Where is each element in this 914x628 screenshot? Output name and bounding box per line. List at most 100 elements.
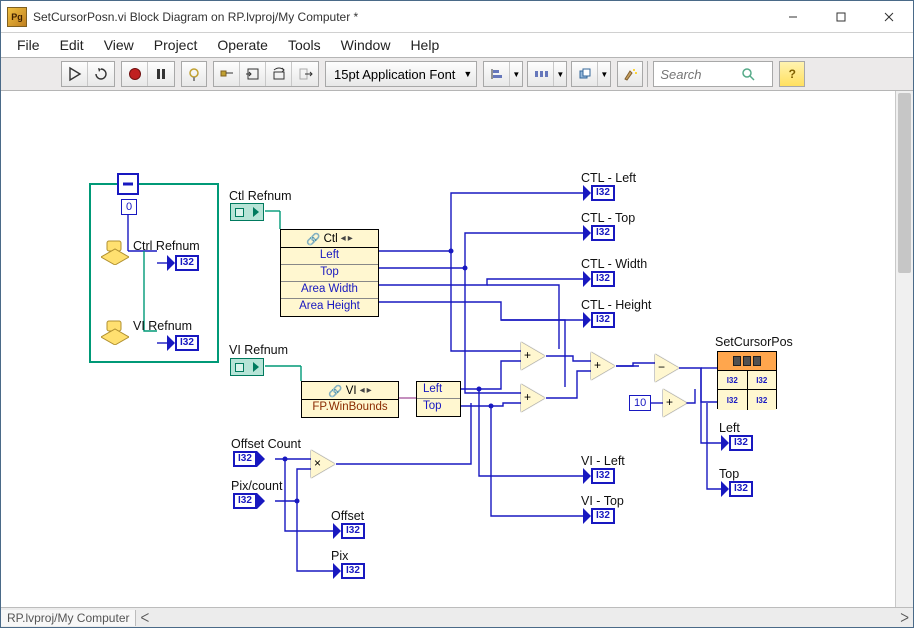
label-vi-top: VI - Top: [581, 494, 624, 508]
scroll-right-icon[interactable]: ᐳ: [896, 611, 913, 625]
search-box[interactable]: [653, 61, 773, 87]
menu-help[interactable]: Help: [402, 35, 447, 55]
indicator-ctl-width[interactable]: I32: [583, 271, 615, 287]
menu-window[interactable]: Window: [333, 35, 399, 55]
add-node-3[interactable]: [591, 352, 615, 380]
scroll-left-icon[interactable]: ᐸ: [136, 611, 153, 625]
menu-operate[interactable]: Operate: [209, 35, 276, 55]
vertical-scrollbar[interactable]: [895, 91, 913, 607]
label-ctl-height: CTL - Height: [581, 298, 651, 312]
maximize-button[interactable]: [817, 1, 865, 33]
reorder-button[interactable]: [572, 62, 598, 86]
highlight-button[interactable]: [181, 61, 207, 87]
search-icon: [740, 66, 756, 82]
subvi-ref-vi[interactable]: [101, 319, 129, 345]
cln-setcursorpos[interactable]: I32I32 I32I32: [717, 351, 777, 409]
control-pix-count[interactable]: I32: [233, 493, 265, 509]
label-pix-count: Pix/count: [231, 479, 282, 493]
font-select[interactable]: 15pt Application Font ▼: [325, 61, 477, 87]
run-button[interactable]: [62, 62, 88, 86]
label-offset: Offset: [331, 509, 364, 523]
constant-zero[interactable]: 0: [121, 199, 137, 215]
step-out-button[interactable]: [292, 62, 318, 86]
close-button[interactable]: [865, 1, 913, 33]
distribute-button[interactable]: [528, 62, 554, 86]
menu-file[interactable]: File: [9, 35, 48, 55]
titlebar: Pg SetCursorPosn.vi Block Diagram on RP.…: [1, 1, 913, 33]
indicator-ctl-top[interactable]: I32: [583, 225, 615, 241]
indicator-ctl-height[interactable]: I32: [583, 312, 615, 328]
indicator-pix[interactable]: I32: [333, 563, 365, 579]
chevrons-icon: ◂▸: [341, 233, 353, 244]
indicator-ctrl-refnum[interactable]: I32: [167, 255, 199, 271]
structure-selector[interactable]: [117, 173, 139, 195]
step-into-button[interactable]: [240, 62, 266, 86]
indicator-vi-left[interactable]: I32: [583, 468, 615, 484]
add-node-4[interactable]: [663, 389, 687, 417]
toolbar: 15pt Application Font ▼ ▼ ▼ ▼: [1, 57, 913, 91]
control-ctl-refnum[interactable]: [230, 203, 264, 221]
font-label: 15pt Application Font: [334, 67, 455, 82]
statusbar: RP.lvproj/My Computer ᐸ ᐳ: [1, 607, 913, 627]
label-top-out: Top: [719, 467, 739, 481]
minimize-button[interactable]: [769, 1, 817, 33]
control-vi-refnum[interactable]: [230, 358, 264, 376]
abort-button[interactable]: [122, 62, 148, 86]
label-ctl-width: CTL - Width: [581, 257, 647, 271]
run-group: [61, 61, 115, 87]
run-continuously-button[interactable]: [88, 62, 114, 86]
status-project-tab[interactable]: RP.lvproj/My Computer: [1, 610, 136, 626]
indicator-vi-refnum[interactable]: I32: [167, 335, 199, 351]
label-pix: Pix: [331, 549, 348, 563]
cleanup-button[interactable]: [617, 61, 643, 87]
property-node-ctl[interactable]: 🔗Ctl◂▸ Left Top Area Width Area Height: [280, 229, 379, 317]
indicator-offset[interactable]: I32: [333, 523, 365, 539]
label-vi-refnum: VI Refnum: [133, 319, 192, 333]
menu-edit[interactable]: Edit: [52, 35, 92, 55]
link-icon: 🔗: [306, 232, 320, 246]
label-ctl-top: CTL - Top: [581, 211, 635, 225]
menubar: File Edit View Project Operate Tools Win…: [1, 33, 913, 57]
retain-wires-button[interactable]: [214, 62, 240, 86]
scroll-thumb[interactable]: [898, 93, 911, 273]
menu-tools[interactable]: Tools: [280, 35, 329, 55]
unbundle-node[interactable]: Left Top: [416, 381, 461, 417]
align-caret[interactable]: ▼: [510, 62, 522, 86]
label-vi-left: VI - Left: [581, 454, 625, 468]
label-ctrl-refnum: Ctrl Refnum: [133, 239, 200, 253]
add-node-2[interactable]: [521, 384, 545, 412]
step-over-button[interactable]: [266, 62, 292, 86]
subvi-ref-ctrl[interactable]: [101, 239, 129, 265]
chevrons-icon: ◂▸: [360, 385, 372, 396]
align-button[interactable]: [484, 62, 510, 86]
indicator-top[interactable]: I32: [721, 481, 753, 497]
window-title: SetCursorPosn.vi Block Diagram on RP.lvp…: [33, 10, 366, 24]
indicator-ctl-left[interactable]: I32: [583, 185, 615, 201]
label-left-out: Left: [719, 421, 740, 435]
block-diagram-canvas[interactable]: 0 Ctrl Refnum I32 VI Refnum I32 Ctl Refn…: [1, 91, 913, 607]
add-node[interactable]: [521, 342, 545, 370]
caret-down-icon: ▼: [463, 69, 472, 79]
menu-project[interactable]: Project: [146, 35, 206, 55]
property-node-vi[interactable]: 🔗VI◂▸ FP.WinBounds: [301, 381, 399, 418]
app-icon: Pg: [7, 7, 27, 27]
label-setcursorpos: SetCursorPos: [715, 335, 793, 349]
distribute-caret[interactable]: ▼: [554, 62, 566, 86]
menu-view[interactable]: View: [96, 35, 142, 55]
label-ctl-left: CTL - Left: [581, 171, 636, 185]
reorder-caret[interactable]: ▼: [598, 62, 610, 86]
control-offset-count[interactable]: I32: [233, 451, 265, 467]
link-icon: 🔗: [328, 384, 342, 398]
context-help-button[interactable]: ?: [779, 61, 805, 87]
subtract-node[interactable]: [655, 354, 679, 382]
label-ctl-refnum: Ctl Refnum: [229, 189, 292, 203]
indicator-left[interactable]: I32: [721, 435, 753, 451]
indicator-vi-top[interactable]: I32: [583, 508, 615, 524]
multiply-node[interactable]: [311, 450, 335, 478]
constant-ten[interactable]: 10: [629, 395, 651, 411]
app-window: Pg SetCursorPosn.vi Block Diagram on RP.…: [0, 0, 914, 628]
pause-button[interactable]: [148, 62, 174, 86]
label-vi-refnum2: VI Refnum: [229, 343, 288, 357]
label-offset-count: Offset Count: [231, 437, 301, 451]
search-input[interactable]: [658, 66, 740, 83]
